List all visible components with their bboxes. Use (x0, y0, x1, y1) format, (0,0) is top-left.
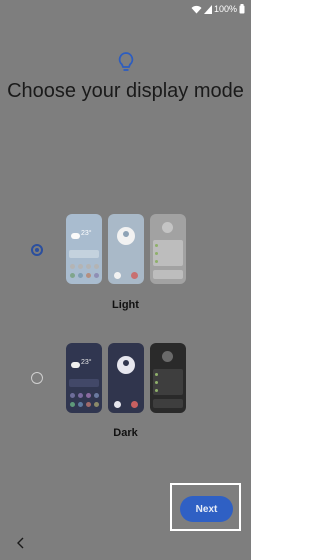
list-dot (155, 244, 158, 247)
app-icon (86, 264, 91, 269)
list-dot (155, 260, 158, 263)
app-icon (86, 273, 91, 278)
lightbulb-icon (118, 52, 134, 71)
light-home-preview: 23° (66, 214, 102, 284)
dark-mode-preview[interactable]: 23° (66, 343, 186, 413)
dark-mode-radio[interactable] (31, 372, 43, 384)
settings-card (153, 270, 183, 279)
app-icon (94, 393, 99, 398)
battery-percent: 100% (213, 4, 237, 14)
wifi-icon (191, 5, 202, 13)
status-bar: 100% (191, 3, 245, 15)
weather-icon (71, 233, 80, 239)
avatar (162, 351, 173, 362)
list-dot (155, 389, 158, 392)
dark-mode-label: Dark (113, 427, 138, 439)
dark-settings-preview (150, 343, 186, 413)
dark-home-preview: 23° (66, 343, 102, 413)
widget (69, 250, 99, 258)
display-mode-screen: 100% Choose your display mode 23° Light … (0, 0, 251, 560)
avatar (162, 222, 173, 233)
app-icon (94, 264, 99, 269)
app-icon (70, 273, 75, 278)
page-title: Choose your display mode (7, 80, 244, 102)
weather-icon (71, 362, 80, 368)
app-icon (86, 393, 91, 398)
chevron-left-icon[interactable] (15, 535, 27, 551)
app-icon (78, 264, 83, 269)
battery-icon (239, 4, 245, 14)
signal-icon (203, 4, 212, 14)
end-call-button (131, 401, 138, 408)
app-icon (78, 273, 83, 278)
end-call-button (131, 272, 138, 279)
app-icon (94, 402, 99, 407)
app-icon (94, 273, 99, 278)
avatar-icon (123, 231, 129, 237)
app-icon (78, 402, 83, 407)
list-dot (155, 381, 158, 384)
next-button[interactable]: Next (180, 496, 233, 522)
call-button (114, 272, 121, 279)
app-icon (70, 402, 75, 407)
dark-call-preview (108, 343, 144, 413)
clock-text: 23° (81, 230, 92, 237)
app-icon (86, 402, 91, 407)
light-call-preview (108, 214, 144, 284)
app-icon (70, 264, 75, 269)
list-dot (155, 252, 158, 255)
avatar-icon (123, 360, 129, 366)
light-mode-radio[interactable] (31, 244, 43, 256)
app-icon (78, 393, 83, 398)
app-icon (70, 393, 75, 398)
light-mode-label: Light (112, 299, 139, 311)
clock-text: 23° (81, 359, 92, 366)
call-button (114, 401, 121, 408)
light-settings-preview (150, 214, 186, 284)
settings-card (153, 399, 183, 408)
light-mode-preview[interactable]: 23° (66, 214, 186, 284)
list-dot (155, 373, 158, 376)
widget (69, 379, 99, 387)
